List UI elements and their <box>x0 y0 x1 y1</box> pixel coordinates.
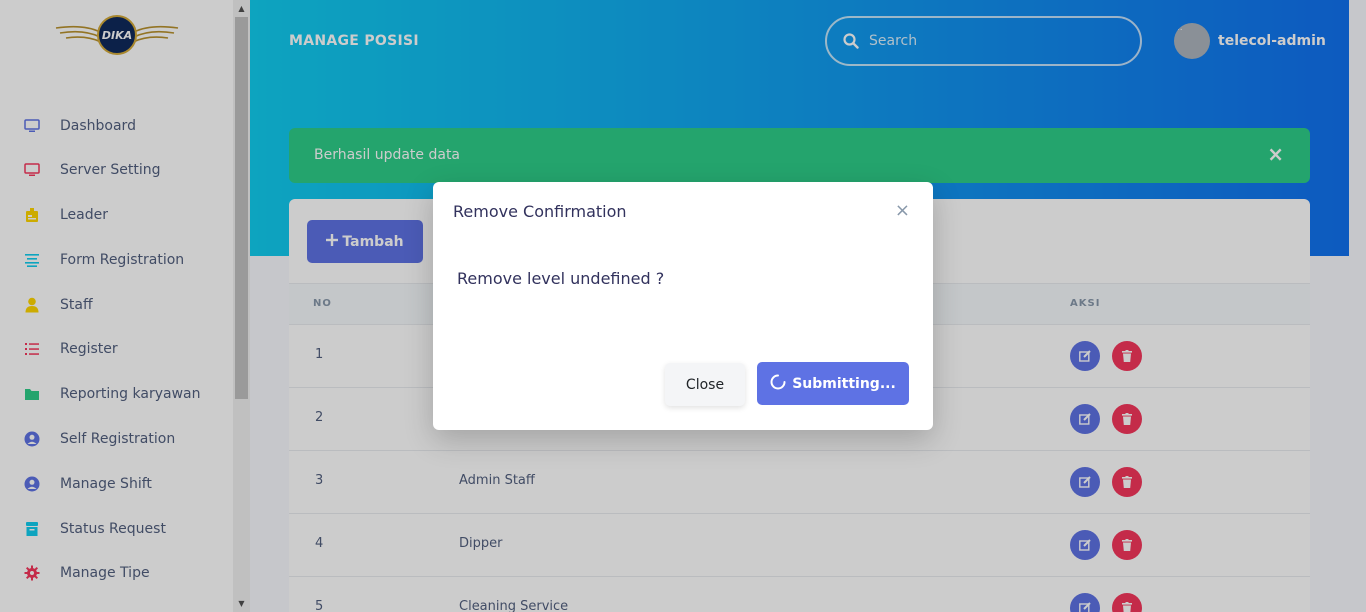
modal-title: Remove Confirmation <box>453 202 627 221</box>
modal-close-icon[interactable]: × <box>895 200 910 221</box>
remove-confirmation-modal: Remove Confirmation × Remove level undef… <box>433 182 933 430</box>
submit-button-label: Submitting... <box>792 375 896 392</box>
spinner-icon <box>770 374 786 394</box>
modal-message: Remove level undefined ? <box>457 269 665 288</box>
close-button[interactable]: Close <box>665 363 745 406</box>
submit-button[interactable]: Submitting... <box>757 362 909 405</box>
